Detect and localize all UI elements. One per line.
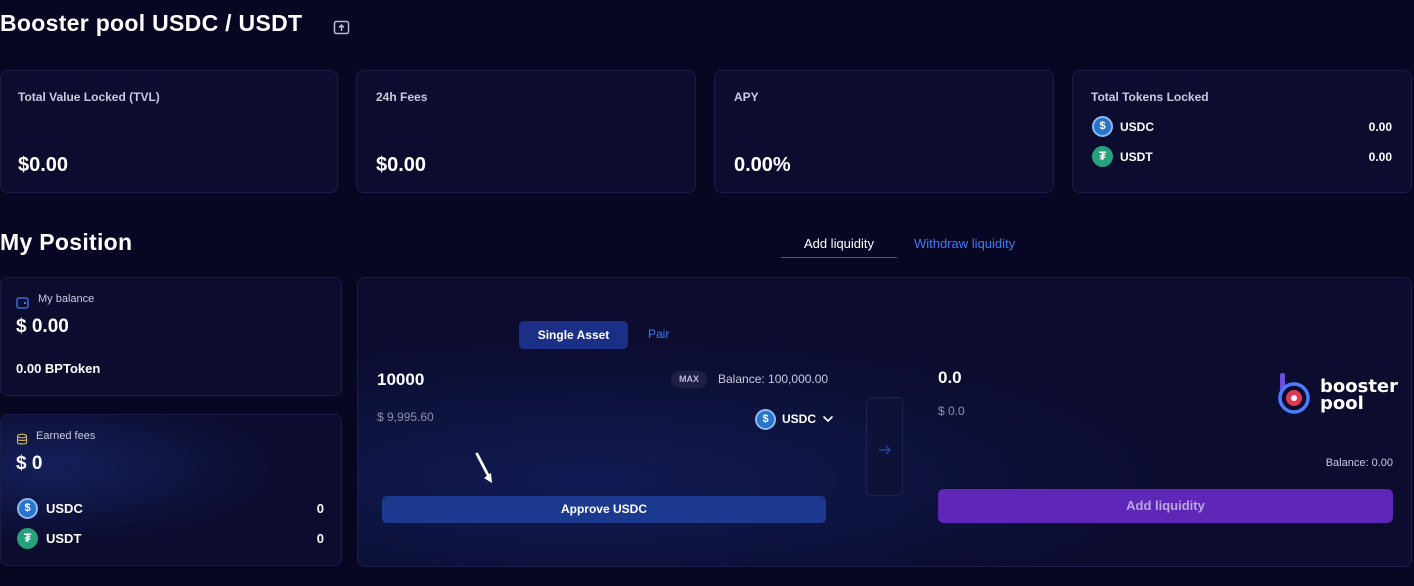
share-icon[interactable]: [333, 19, 350, 35]
pair-toggle[interactable]: Pair: [648, 327, 669, 341]
tokens-locked-usdc-name: USDC: [1120, 120, 1155, 134]
tvl-value: $0.00: [18, 154, 69, 176]
direction-arrow-button[interactable]: [866, 397, 903, 496]
tab-add-liquidity[interactable]: Add liquidity: [781, 236, 897, 258]
usdt-icon: ₮: [1092, 146, 1113, 167]
tvl-card: Total Value Locked (TVL) $0.00: [0, 70, 338, 193]
tokens-locked-usdt-name: USDT: [1120, 150, 1153, 164]
liquidity-panel: Single Asset Pair 10000 MAX Balance: 100…: [357, 277, 1412, 567]
usdc-icon: $: [1092, 116, 1113, 137]
output-usd-value: $ 0.0: [938, 404, 965, 418]
fees-card: 24h Fees $0.00: [356, 70, 696, 193]
output-balance: Balance: 0.00: [1325, 457, 1393, 469]
tokens-locked-card: Total Tokens Locked $ USDC 0.00 ₮ USDT 0…: [1072, 70, 1412, 193]
my-balance-value: $ 0.00: [16, 316, 69, 337]
my-balance-label: My balance: [38, 293, 95, 305]
my-position-title: My Position: [0, 229, 133, 255]
earned-usdc-value: 0: [316, 501, 324, 516]
input-usd-value: $ 9,995.60: [377, 410, 434, 424]
mouse-cursor: [474, 451, 496, 485]
apy-label: APY: [734, 90, 759, 104]
bptoken-balance: 0.00 BPToken: [16, 361, 101, 376]
earned-usdt-value: 0: [316, 531, 324, 546]
input-balance: Balance: 100,000.00: [718, 372, 829, 386]
approve-usdc-button[interactable]: Approve USDC: [382, 496, 826, 523]
chevron-down-icon: [822, 410, 834, 428]
add-liquidity-button[interactable]: Add liquidity: [938, 489, 1393, 523]
tab-withdraw-liquidity[interactable]: Withdraw liquidity: [914, 236, 1015, 251]
fees-value: $0.00: [376, 154, 427, 176]
usdc-icon: $: [755, 408, 776, 430]
earned-fees-card: Earned fees $ 0 $ USDC 0 ₮ USDT 0: [0, 414, 342, 566]
tokens-locked-usdc-value: 0.00: [1368, 120, 1392, 134]
earned-usdc-name: USDC: [46, 501, 83, 516]
wallet-icon: [16, 296, 29, 309]
tvl-label: Total Value Locked (TVL): [18, 90, 160, 104]
apy-value: 0.00%: [734, 154, 791, 176]
earned-fees-label: Earned fees: [36, 430, 96, 442]
brand-line-2: pool: [1320, 393, 1364, 414]
fees-label: 24h Fees: [376, 90, 428, 104]
usdc-icon: $: [17, 498, 38, 519]
coins-icon: [16, 433, 28, 446]
earned-fees-value: $ 0: [16, 453, 43, 474]
tokens-locked-label: Total Tokens Locked: [1091, 90, 1209, 104]
token-select[interactable]: $ USDC: [755, 408, 834, 430]
earned-usdt-name: USDT: [46, 531, 82, 546]
usdt-icon: ₮: [17, 528, 38, 549]
tokens-locked-usdt-value: 0.00: [1368, 150, 1392, 164]
token-select-label: USDC: [782, 412, 817, 426]
output-amount: 0.0: [938, 368, 962, 387]
single-asset-toggle[interactable]: Single Asset: [519, 321, 628, 349]
brand-wordmark: booster pool: [1320, 378, 1398, 414]
arrow-right-icon: [878, 442, 892, 460]
apy-card: APY 0.00%: [714, 70, 1054, 193]
page-title: Booster pool USDC / USDT: [0, 10, 303, 36]
amount-input[interactable]: 10000: [377, 370, 424, 390]
booster-pool-logo-icon: [1276, 371, 1318, 417]
my-balance-card: My balance $ 0.00 0.00 BPToken: [0, 277, 342, 396]
max-button[interactable]: MAX: [671, 371, 707, 388]
